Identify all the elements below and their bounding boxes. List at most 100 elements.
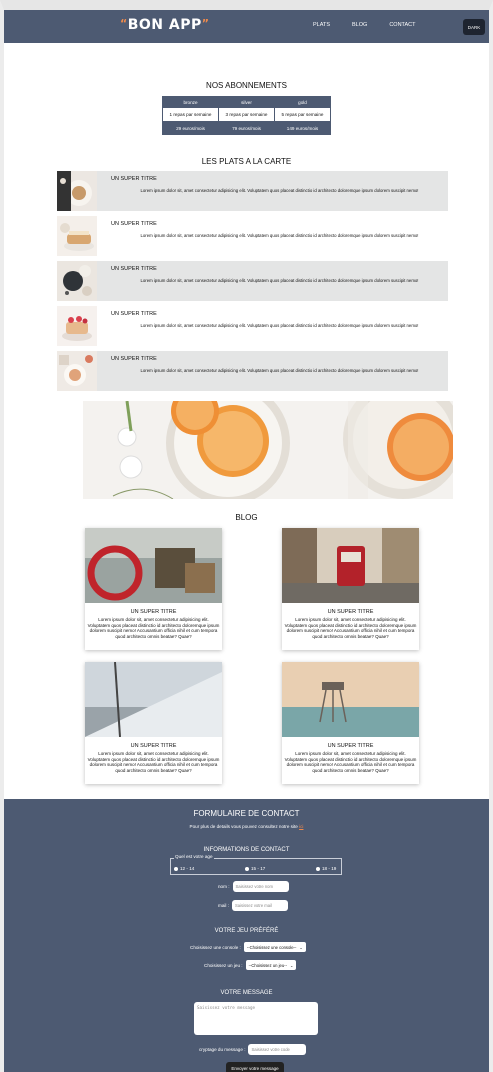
plat-text: Lorem ipsum dolor sit, amet consectetur … bbox=[140, 323, 419, 328]
logo-right-quote: ” bbox=[201, 17, 210, 30]
subscriptions-title: NOS ABONNEMENTS bbox=[206, 81, 287, 90]
contact-site-link[interactable]: ici bbox=[299, 824, 303, 829]
game-title: VOTRE JEU PRÉFÉRÉ bbox=[214, 928, 279, 934]
table-cell: 5 repas par semaine bbox=[274, 107, 331, 122]
plat-text: Lorem ipsum dolor sit, amet consectetur … bbox=[140, 188, 419, 193]
plat-item: UN SUPER TITRE Lorem ipsum dolor sit, am… bbox=[57, 171, 448, 211]
dark-mode-button[interactable]: DARK bbox=[463, 19, 485, 35]
blog-cards: UN SUPER TITRE Lorem ipsum dolor sit, am… bbox=[4, 528, 489, 798]
contact-title: FORMULAIRE DE CONTACT bbox=[193, 809, 300, 818]
nav-link-blog[interactable]: BLOG bbox=[352, 22, 367, 28]
navbar: “BON APP” PLATS BLOG CONTACT DARK bbox=[4, 10, 489, 43]
console-row: Choisissez une console : --Choisissez un… bbox=[190, 942, 306, 952]
radio-dot bbox=[316, 866, 320, 871]
subscriptions-section: NOS ABONNEMENTS bronze silver gold 1 rep… bbox=[4, 81, 489, 135]
console-select[interactable]: --Choisissez une console-- ⌄ bbox=[243, 942, 306, 952]
blog-card-text: Lorem ipsum dolor sit, amet consectetur … bbox=[87, 617, 220, 639]
nav-link-plats[interactable]: PLATS bbox=[313, 22, 330, 28]
chevron-down-icon: ⌄ bbox=[289, 962, 294, 968]
contact-info-title: INFORMATIONS DE CONTACT bbox=[203, 847, 290, 853]
plats-section: LES PLATS A LA CARTE UN SUPER TITRE Lore… bbox=[4, 157, 489, 396]
crypt-input[interactable]: Saisissez votre code bbox=[248, 1044, 307, 1055]
age-radio-12-14[interactable]: 12 - 14 bbox=[174, 866, 194, 871]
logo-left-quote: “ bbox=[120, 17, 128, 30]
plat-item: UN SUPER TITRE Lorem ipsum dolor sit, am… bbox=[57, 216, 448, 256]
plat-text: Lorem ipsum dolor sit, amet consectetur … bbox=[140, 278, 419, 283]
chevron-down-icon: ⌄ bbox=[299, 944, 303, 950]
plat-text: Lorem ipsum dolor sit, amet consectetur … bbox=[140, 233, 419, 238]
plat-image bbox=[57, 351, 97, 391]
plat-item: UN SUPER TITRE Lorem ipsum dolor sit, am… bbox=[57, 306, 448, 346]
age-fieldset: Quel est votre age 12 - 14 15 - 17 18 - … bbox=[170, 854, 342, 875]
plat-title: UN SUPER TITRE bbox=[111, 221, 157, 227]
jeu-select-value: --Choisissez un jeu-- bbox=[248, 962, 287, 968]
plats-title: LES PLATS A LA CARTE bbox=[201, 157, 292, 166]
age-radio-15-17[interactable]: 15 - 17 bbox=[245, 866, 265, 871]
subscriptions-table: bronze silver gold 1 repas par semaine 3… bbox=[162, 96, 331, 135]
banner-image bbox=[83, 401, 453, 499]
radio-label: 18 - 19 bbox=[322, 866, 337, 871]
jeu-row: Choisissez un jeu : --Choisissez un jeu-… bbox=[204, 960, 297, 970]
logo-text: BON APP bbox=[127, 17, 202, 33]
contact-subtitle-text: Pour plus de details vous pouvez consult… bbox=[189, 824, 298, 829]
nav-link-contact[interactable]: CONTACT bbox=[389, 22, 415, 28]
table-cell: 1 repas par semaine bbox=[162, 107, 219, 122]
table-header-cell: silver bbox=[218, 96, 275, 108]
plat-title: UN SUPER TITRE bbox=[111, 356, 157, 362]
submit-button[interactable]: Envoyer votre message bbox=[226, 1062, 284, 1072]
plat-title: UN SUPER TITRE bbox=[111, 176, 157, 182]
mail-row: mail : Saisissez votre mail bbox=[218, 900, 288, 911]
table-price-cell: 29 euros/mois bbox=[162, 121, 219, 135]
table-header-cell: gold bbox=[274, 96, 331, 108]
blog-card[interactable]: UN SUPER TITRE Lorem ipsum dolor sit, am… bbox=[85, 528, 222, 650]
message-title: VOTRE MESSAGE bbox=[220, 990, 273, 996]
blog-card-text: Lorem ipsum dolor sit, amet consectetur … bbox=[284, 617, 417, 639]
blog-section: BLOG UN SUPER TITRE Lorem ipsum dolor si… bbox=[4, 513, 489, 798]
plat-image bbox=[57, 261, 97, 301]
blog-title: BLOG bbox=[235, 513, 258, 522]
plat-title: UN SUPER TITRE bbox=[111, 266, 157, 272]
crypt-row: cryptage du message : Saisissez votre co… bbox=[199, 1044, 307, 1055]
console-label: Choisissez une console : bbox=[190, 944, 241, 950]
logo[interactable]: “BON APP” bbox=[120, 17, 210, 33]
jeu-select[interactable]: --Choisissez un jeu-- ⌄ bbox=[245, 960, 297, 970]
crypt-label: cryptage du message : bbox=[199, 1047, 246, 1052]
blog-card[interactable]: UN SUPER TITRE Lorem ipsum dolor sit, am… bbox=[85, 662, 222, 784]
nom-row: nom : Saisissez votre nom bbox=[218, 881, 289, 892]
blog-card-text: Lorem ipsum dolor sit, amet consectetur … bbox=[87, 751, 220, 773]
mail-input[interactable]: Saisissez votre mail bbox=[231, 900, 288, 911]
radio-label: 12 - 14 bbox=[180, 866, 195, 871]
radio-label: 15 - 17 bbox=[251, 866, 266, 871]
blog-card[interactable]: UN SUPER TITRE Lorem ipsum dolor sit, am… bbox=[282, 662, 419, 784]
mail-label: mail : bbox=[218, 903, 229, 908]
plat-item: UN SUPER TITRE Lorem ipsum dolor sit, am… bbox=[57, 351, 448, 391]
table-header-cell: bronze bbox=[162, 96, 219, 108]
age-radio-18-19[interactable]: 18 - 19 bbox=[316, 866, 336, 871]
nom-label: nom : bbox=[218, 884, 230, 889]
table-price-cell: 149 euros/mois bbox=[274, 121, 331, 135]
blog-card-text: Lorem ipsum dolor sit, amet consectetur … bbox=[284, 751, 417, 773]
plat-item: UN SUPER TITRE Lorem ipsum dolor sit, am… bbox=[57, 261, 448, 301]
radio-dot bbox=[174, 866, 178, 871]
plat-image bbox=[57, 306, 97, 346]
age-legend: Quel est votre age bbox=[174, 854, 214, 859]
blog-card-image bbox=[85, 662, 222, 737]
nom-input[interactable]: Saisissez votre nom bbox=[232, 881, 289, 892]
page: “BON APP” PLATS BLOG CONTACT DARK NOS AB… bbox=[0, 0, 493, 1072]
blog-card-image bbox=[85, 528, 222, 603]
table-price-cell: 79 euros/mois bbox=[218, 121, 275, 135]
blog-card-image bbox=[282, 662, 419, 737]
contact-section: FORMULAIRE DE CONTACT Pour plus de detai… bbox=[4, 799, 489, 1072]
radio-dot bbox=[245, 866, 249, 871]
blog-card[interactable]: UN SUPER TITRE Lorem ipsum dolor sit, am… bbox=[282, 528, 419, 650]
plat-text: Lorem ipsum dolor sit, amet consectetur … bbox=[140, 368, 419, 373]
table-cell: 3 repas par semaine bbox=[218, 107, 275, 122]
plat-title: UN SUPER TITRE bbox=[111, 311, 157, 317]
plat-image bbox=[57, 216, 97, 256]
nav-links: PLATS BLOG CONTACT bbox=[313, 22, 438, 28]
blog-card-image bbox=[282, 528, 419, 603]
jeu-label: Choisissez un jeu : bbox=[204, 962, 243, 968]
plat-image bbox=[57, 171, 97, 211]
message-textarea[interactable]: Saisissez votre message bbox=[194, 1002, 318, 1035]
contact-subtitle: Pour plus de details vous pouvez consult… bbox=[4, 824, 489, 829]
